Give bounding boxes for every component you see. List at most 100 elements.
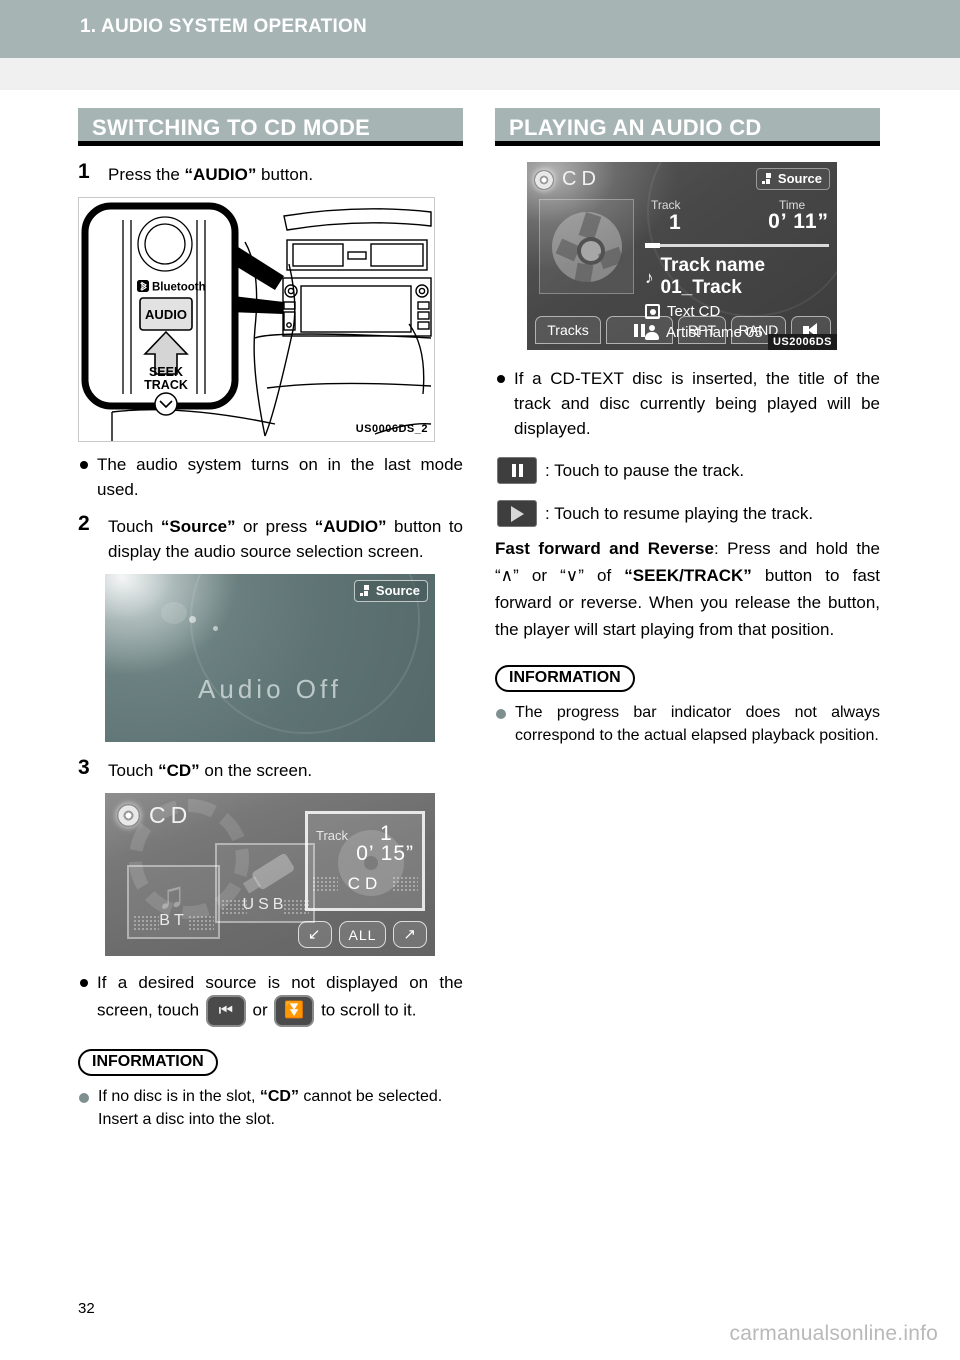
source-button[interactable]: Source xyxy=(353,580,428,602)
tracks-button-label: Tracks xyxy=(547,322,589,338)
repeat-button-label: RPT xyxy=(688,322,716,338)
information-box-right: INFORMATION The progress bar indicator d… xyxy=(495,665,880,747)
screen-header: CD xyxy=(117,802,192,829)
source-button-label: Source xyxy=(777,171,822,186)
step-1-pre: Press the xyxy=(108,165,185,184)
source-card-usb[interactable]: USB xyxy=(215,843,315,923)
source-button[interactable]: Source xyxy=(755,168,830,190)
information-title-right: INFORMATION xyxy=(495,665,635,692)
music-note-icon: ♫ xyxy=(157,875,186,917)
pause-explain-text: : Touch to pause the track. xyxy=(545,460,745,480)
fast-forward-paragraph: Fast forward and Reverse: Press and hold… xyxy=(495,535,880,643)
fast-forward-b2: “SEEK/TRACK” xyxy=(624,566,752,585)
all-button[interactable]: ALL xyxy=(338,921,387,948)
bullet-cd-text: If a CD-TEXT disc is inserted, the title… xyxy=(495,366,880,441)
cd-card-track-label: Track xyxy=(316,828,349,843)
track-name: Track name 01_Track xyxy=(660,255,766,298)
bullet-cd-text-content: If a CD-TEXT disc is inserted, the title… xyxy=(514,369,880,438)
svg-text:Bluetooth: Bluetooth xyxy=(152,282,206,294)
source-icon xyxy=(359,585,373,596)
step-3-t2: on the screen. xyxy=(199,761,313,780)
scroll-back-button[interactable]: ↙ xyxy=(297,921,332,948)
play-explain-text: : Touch to resume playing the track. xyxy=(545,503,814,523)
cd-disc-icon xyxy=(534,169,554,190)
bullet-audio-last-mode: The audio system turns on in the last mo… xyxy=(78,452,463,502)
step-2-number: 2 xyxy=(78,512,90,535)
tracks-button[interactable]: Tracks xyxy=(535,316,601,344)
pause-button[interactable] xyxy=(606,316,673,344)
figure-audio-button-code: US0006DS_2 xyxy=(355,423,428,435)
svg-text:TRACK: TRACK xyxy=(144,378,188,392)
information-box-left: INFORMATION If no disc is in the slot, “… xyxy=(78,1049,463,1131)
scroll-forward-icon-button[interactable]: ⏬ xyxy=(274,995,315,1027)
figure-audio-button-frame: Bluetooth AUDIO SEEK TRACK US0006DS_2 xyxy=(78,197,435,442)
album-disc-icon xyxy=(552,212,625,284)
bullet-scroll-t3: to scroll to it. xyxy=(316,1000,417,1020)
screen-header-label: CD xyxy=(149,802,193,828)
figure-cd-play-code: US2006DS xyxy=(767,334,837,350)
fast-forward-title: Fast forward and Reverse xyxy=(495,539,714,558)
track-name-row: ♪ Track name 01_Track xyxy=(645,255,829,299)
step-2: 2 Touch “Source” or press “AUDIO” button… xyxy=(78,512,463,564)
step-2-t1: Touch xyxy=(108,517,161,536)
progress-bar[interactable] xyxy=(645,243,829,248)
chapter-band: 1. AUDIO SYSTEM OPERATION xyxy=(0,0,960,58)
sub-band xyxy=(0,58,960,90)
arrow-up-right-icon: ↗ xyxy=(403,926,417,943)
source-card-bt-label: BT xyxy=(159,912,188,929)
watermark: carmanualsonline.info xyxy=(729,1322,938,1345)
info-left-b1: “CD” xyxy=(259,1088,299,1105)
figure-source-select-screen: CD ♫ BT USB Track 1 0’ 15” CD ↙ ALL ↗ xyxy=(105,793,463,956)
page-number: 32 xyxy=(78,1300,95,1317)
pause-icon-button[interactable] xyxy=(497,457,537,484)
repeat-button[interactable]: RPT xyxy=(678,316,726,344)
figure-audio-button: Bluetooth AUDIO SEEK TRACK US0006DS_2 xyxy=(78,197,463,442)
step-1-bold: “AUDIO” xyxy=(184,165,257,184)
usb-stick-icon xyxy=(234,845,299,904)
track-time-row: Track Time 1 0’ 11” xyxy=(645,198,829,242)
information-title-left: INFORMATION xyxy=(78,1049,218,1076)
all-button-label: ALL xyxy=(348,926,377,943)
info-left-t1: If no disc is in the slot, xyxy=(98,1088,260,1105)
step-2-b2: “AUDIO” xyxy=(314,517,387,536)
cd-play-screen: CD Source Track Time 1 0’ 11” ♪ Track na… xyxy=(527,162,837,350)
source-card-usb-label: USB xyxy=(242,896,288,913)
arrow-down-left-icon: ↙ xyxy=(307,926,322,943)
information-item-right-text: The progress bar indicator does not alwa… xyxy=(515,704,880,744)
source-select-screen: CD ♫ BT USB Track 1 0’ 15” CD ↙ ALL ↗ xyxy=(105,793,435,956)
source-card-cd[interactable]: Track 1 0’ 15” CD xyxy=(305,811,425,911)
play-icon xyxy=(510,505,524,522)
cd-card-time-value: 0’ 15” xyxy=(356,842,414,865)
source-screen-controls: ↙ ALL ↗ xyxy=(297,921,427,948)
left-column: 1 Press the “AUDIO” button. Bluetooth AU… xyxy=(78,160,463,1131)
section-heading-left: SWITCHING TO CD MODE xyxy=(78,108,463,146)
step-1: 1 Press the “AUDIO” button. xyxy=(78,160,463,187)
flare-dot xyxy=(161,602,187,624)
time-value: 0’ 11” xyxy=(768,210,829,233)
pause-explain-line: : Touch to pause the track. xyxy=(495,457,880,484)
album-art-box xyxy=(539,199,634,294)
arrow-down-left-icon: ⏮ xyxy=(218,1002,233,1019)
figure-cd-play-screen: CD Source Track Time 1 0’ 11” ♪ Track na… xyxy=(527,162,880,350)
scroll-back-icon-button[interactable]: ⏮ xyxy=(205,995,246,1027)
information-item-left: If no disc is in the slot, “CD” cannot b… xyxy=(78,1085,463,1131)
svg-text:SEEK: SEEK xyxy=(149,365,183,379)
music-note-icon: ♪ xyxy=(645,267,654,287)
screen-header: CD xyxy=(534,168,601,191)
step-2-b1: “Source” xyxy=(160,517,236,536)
pause-icon xyxy=(634,323,645,337)
bullet-scroll-source: If a desired source is not displayed on … xyxy=(78,970,463,1027)
source-card-bt[interactable]: ♫ BT xyxy=(127,865,220,939)
track-label: Track xyxy=(651,198,681,212)
step-2-t2: or press xyxy=(235,517,315,536)
cd-disc-icon xyxy=(117,804,140,827)
audio-button-illustration: Bluetooth AUDIO SEEK TRACK xyxy=(81,202,432,441)
step-2-text: Touch “Source” or press “AUDIO” button t… xyxy=(108,514,463,564)
scroll-forward-button[interactable]: ↗ xyxy=(393,921,427,948)
bullet-audio-last-mode-text: The audio system turns on in the last mo… xyxy=(97,455,463,499)
cd-card-mini-label: CD xyxy=(347,874,383,893)
step-1-text: Press the “AUDIO” button. xyxy=(108,162,463,187)
manual-page: 1. AUDIO SYSTEM OPERATION SWITCHING TO C… xyxy=(0,0,960,1360)
svg-text:AUDIO: AUDIO xyxy=(145,307,187,322)
play-icon-button[interactable] xyxy=(497,500,537,527)
